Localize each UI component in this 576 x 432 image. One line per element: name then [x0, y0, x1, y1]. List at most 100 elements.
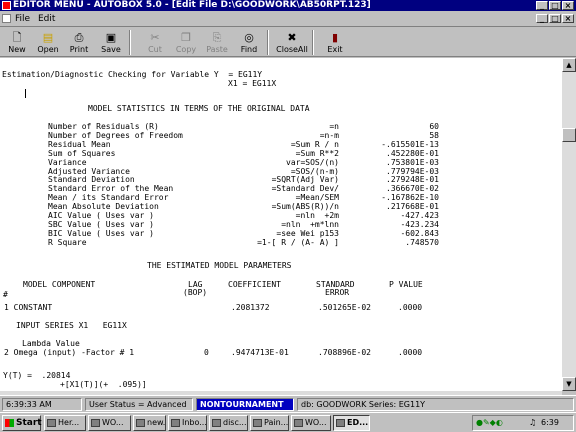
copy-button[interactable]: ❐ Copy: [171, 29, 201, 56]
params-header-coefficient: COEFFICIENT: [228, 280, 281, 289]
taskbar-task-button[interactable]: disc...: [209, 415, 248, 431]
stat-formula: =n: [329, 122, 339, 131]
taskbar-task-button[interactable]: Her...: [44, 415, 86, 431]
param-row-se: .501265E-02: [318, 303, 371, 312]
save-button[interactable]: ▣ Save: [96, 29, 126, 56]
equation-line-2: +[X1(T)](+ .095)]: [60, 380, 147, 389]
stat-formula: =Sum(ABS(R))/n: [271, 202, 339, 212]
params-header-component: MODEL COMPONENT: [23, 280, 96, 289]
stat-name: Mean Absolute Deviation: [48, 202, 159, 212]
task-label: Pain...: [264, 418, 289, 427]
exit-button[interactable]: ▮ Exit: [320, 29, 350, 56]
doc-restore-button[interactable]: □: [549, 14, 561, 23]
print-button[interactable]: ⎙ Print: [64, 29, 94, 56]
taskbar-task-button[interactable]: WO...: [88, 415, 131, 431]
stat-value: .366670E-02: [386, 184, 439, 194]
params-header-se2: ERROR: [325, 288, 350, 297]
taskbar: Start Her... WO... new... Inbo... disc... Pai…: [0, 412, 576, 432]
find-button[interactable]: ◎ Find: [234, 29, 264, 56]
task-app-icon: [212, 419, 221, 427]
scroll-thumb[interactable]: [562, 128, 576, 142]
text-cursor: [25, 89, 26, 98]
params-header-hash: #: [3, 290, 8, 299]
stat-name: Number of Residuals (R): [48, 122, 159, 131]
stat-name: Number of Degrees of Freedom: [48, 130, 183, 140]
system-tray: ●✎◆◐ ♫ 6:39 AM: [472, 415, 574, 431]
tray-clock[interactable]: 6:39 AM: [541, 416, 573, 432]
params-header-lag2: (BOP): [183, 288, 208, 297]
stat-formula: =1-[ R / (A- A) ]: [257, 237, 339, 247]
exit-door-icon: ▮: [331, 31, 339, 44]
new-file-icon: 🗋: [12, 31, 22, 44]
report-header-line-2: X1 = EG11X: [228, 79, 277, 88]
scroll-down-icon[interactable]: ▼: [562, 377, 576, 391]
task-app-icon: [294, 419, 303, 427]
stat-name: Standard Error of the Mean: [48, 184, 174, 194]
tray-icons[interactable]: ●✎◆◐: [476, 416, 503, 430]
taskbar-task-button[interactable]: Inbo...: [168, 415, 207, 431]
param-row-se: .708896E-02: [318, 348, 371, 357]
taskbar-task-button[interactable]: Pain...: [250, 415, 289, 431]
task-app-icon: [136, 419, 145, 427]
stat-value: -602.843: [400, 228, 439, 238]
task-label: ED...: [347, 418, 369, 427]
task-app-icon: [47, 419, 56, 427]
report-text-area[interactable]: Estimation/Diagnostic Checking for Varia…: [0, 58, 562, 391]
stat-formula: =Standard Dev/: [271, 184, 339, 194]
stat-formula: =n-m: [319, 130, 339, 140]
stat-formula: =see Wei p153: [276, 228, 339, 238]
window-title: EDITOR MENU - AUTOBOX 5.0 - [Edit File D…: [13, 0, 371, 10]
paste-button[interactable]: ⎘ Paste: [202, 29, 232, 56]
taskbar-task-button[interactable]: new...: [133, 415, 166, 431]
stat-formula: =SOS/(n-m): [290, 166, 339, 176]
task-label: WO...: [102, 418, 124, 427]
params-title: THE ESTIMATED MODEL PARAMETERS: [147, 261, 292, 270]
task-app-icon: [336, 419, 345, 427]
doc-close-button[interactable]: ×: [562, 14, 574, 23]
open-button[interactable]: ▤ Open: [33, 29, 63, 56]
stat-name: SBC Value ( Uses var ): [48, 219, 154, 229]
vertical-scrollbar[interactable]: ▲ ▼: [562, 58, 576, 391]
maximize-button[interactable]: □: [549, 1, 561, 10]
closeall-button[interactable]: ✖ CloseAll: [275, 29, 309, 56]
task-label: WO...: [305, 418, 327, 427]
taskbar-task-button[interactable]: ED...: [333, 415, 370, 431]
stat-value: 60: [429, 122, 439, 131]
param-row-p: .0000: [398, 348, 423, 357]
report-header-line: Estimation/Diagnostic Checking for Varia…: [2, 70, 263, 79]
doc-minimize-button[interactable]: _: [536, 14, 548, 23]
task-app-icon: [171, 419, 180, 427]
cut-button[interactable]: ✂ Cut: [140, 29, 170, 56]
menu-file[interactable]: File: [15, 13, 30, 25]
app-icon[interactable]: [2, 1, 11, 10]
copy-icon: ❐: [181, 31, 191, 44]
close-button[interactable]: ×: [562, 1, 574, 10]
start-button[interactable]: Start: [2, 415, 42, 431]
status-time: 6:39:33 AM: [2, 398, 82, 411]
new-button[interactable]: 🗋 New: [2, 29, 32, 56]
stat-formula: =Sum R / n: [290, 139, 339, 149]
stat-value: -.167862E-10: [381, 193, 439, 203]
status-user: User Status = Advanced: [85, 398, 193, 411]
document-icon[interactable]: [2, 14, 11, 23]
stat-value: .279248E-01: [386, 175, 439, 185]
menu-edit[interactable]: Edit: [38, 13, 55, 25]
paste-icon: ⎘: [212, 31, 222, 44]
stats-title: MODEL STATISTICS IN TERMS OF THE ORIGINA…: [88, 104, 310, 113]
stat-name: Mean / its Standard Error: [48, 193, 169, 203]
toolbar-separator: [312, 30, 314, 55]
param-row-label: 2 Omega (input) -Factor # 1: [4, 348, 135, 357]
stat-value: .452280E-01: [386, 148, 439, 158]
title-bar[interactable]: EDITOR MENU - AUTOBOX 5.0 - [Edit File D…: [0, 0, 576, 11]
speaker-icon[interactable]: ♫: [529, 416, 536, 430]
stat-formula: =SQRT(Adj Var): [271, 175, 339, 185]
taskbar-task-button[interactable]: WO...: [291, 415, 331, 431]
stat-name: Adjusted Variance: [48, 166, 130, 176]
minimize-button[interactable]: _: [536, 1, 548, 10]
close-all-icon: ✖: [287, 31, 297, 44]
input-series-line: INPUT SERIES X1 EG11X: [16, 321, 127, 330]
stat-name: AIC Value ( Uses var ): [48, 211, 154, 220]
param-row-coef: .2081372: [231, 303, 270, 312]
stat-name: BIC Value ( Uses var ): [48, 228, 154, 238]
scroll-up-icon[interactable]: ▲: [562, 58, 576, 72]
